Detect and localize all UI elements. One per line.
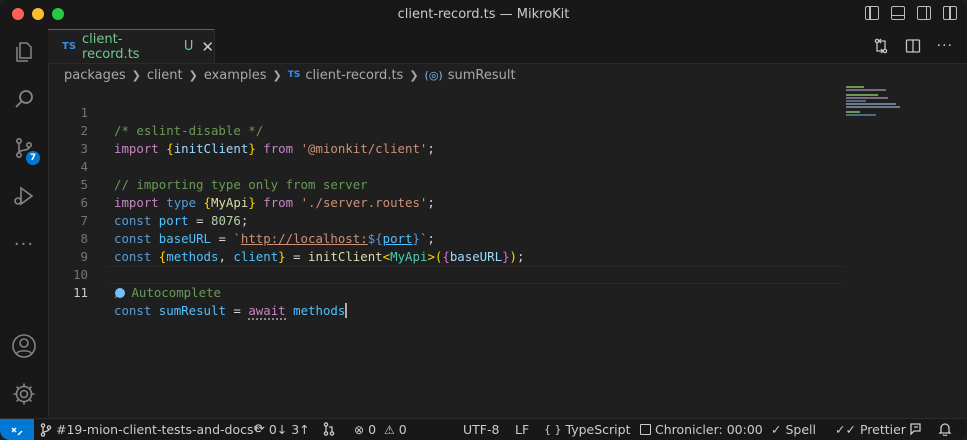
feedback-icon[interactable] bbox=[909, 422, 923, 436]
source-control-badge: 7 bbox=[26, 151, 40, 165]
more-views-icon[interactable]: ··· bbox=[0, 224, 48, 264]
manage-gear-icon[interactable] bbox=[0, 374, 48, 414]
eol-status[interactable]: LF bbox=[515, 422, 529, 437]
code-line: 2 import {initClient} from '@mionkit/cli… bbox=[48, 104, 848, 156]
encoding-status[interactable]: UTF-8 bbox=[463, 422, 499, 437]
braces-icon: { } bbox=[544, 423, 562, 436]
sync-counts: 0↓ 3↑ bbox=[268, 422, 310, 437]
breadcrumb-file[interactable]: client-record.ts bbox=[305, 68, 403, 83]
more-actions-icon[interactable]: ··· bbox=[937, 38, 953, 54]
toggle-secondary-sidebar-icon[interactable] bbox=[917, 6, 931, 20]
code-line: 7 const baseURL = `http://localhost:${po… bbox=[48, 194, 848, 246]
warning-count: 0 bbox=[398, 422, 407, 437]
code-line: 3 bbox=[48, 122, 848, 156]
identifier-token: methods bbox=[293, 303, 346, 318]
editor-tab-bar: TS client-record.ts U ✕ ··· bbox=[48, 29, 967, 64]
split-editor-icon[interactable] bbox=[905, 38, 921, 54]
code-line: 8 const {methods, client} = initClient<M… bbox=[48, 212, 848, 264]
breadcrumb: packages ❯ client ❯ examples ❯ TS client… bbox=[64, 66, 516, 84]
git-branch-icon bbox=[40, 422, 52, 437]
variable-symbol-icon: (◎) bbox=[424, 68, 443, 82]
prettier-status[interactable]: ✓✓ Prettier bbox=[835, 422, 906, 437]
source-control-icon[interactable]: 7 bbox=[0, 128, 48, 168]
spell-status[interactable]: ✓ Spell bbox=[771, 422, 816, 437]
code-line: 5 import type {MyApi} from './server.rou… bbox=[48, 158, 848, 210]
editor-actions: ··· bbox=[873, 38, 953, 54]
square-icon bbox=[640, 424, 651, 435]
sync-icon: ⟳ bbox=[254, 422, 265, 437]
activity-bar: 7 ··· bbox=[0, 29, 49, 418]
problems-status[interactable]: ⊗ 0 ⚠ 0 bbox=[354, 422, 407, 437]
prettier-label: Prettier bbox=[859, 422, 906, 437]
editor-window: client-record.ts — MikroKit 7 ··· TS cli… bbox=[0, 0, 967, 440]
line-number: 11 bbox=[73, 285, 88, 300]
double-check-icon: ✓✓ bbox=[835, 422, 856, 437]
language-mode: TypeScript bbox=[565, 422, 631, 437]
customize-layout-icon[interactable] bbox=[943, 6, 957, 20]
typescript-file-icon: TS bbox=[62, 41, 77, 52]
title-bar: client-record.ts — MikroKit bbox=[0, 0, 967, 30]
search-icon[interactable] bbox=[0, 79, 48, 119]
branch-name: #19-mion-client-tests-and-docs* bbox=[56, 422, 260, 437]
keyword-token: const bbox=[114, 303, 152, 318]
remote-indicator[interactable] bbox=[0, 419, 34, 440]
code-line: 1 /* eslint-disable */ bbox=[48, 86, 848, 138]
explorer-icon[interactable] bbox=[0, 32, 48, 72]
open-changes-icon[interactable] bbox=[873, 38, 889, 54]
tab-label: client-record.ts bbox=[82, 31, 140, 62]
notifications-bell-icon[interactable] bbox=[938, 422, 952, 436]
language-status[interactable]: { } TypeScript bbox=[544, 422, 630, 437]
close-tab-icon[interactable]: ✕ bbox=[201, 38, 214, 56]
chevron-right-icon: ❯ bbox=[131, 68, 141, 82]
keyword-token: await bbox=[248, 303, 286, 320]
sync-status[interactable]: ⟳ 0↓ 3↑ bbox=[254, 422, 310, 437]
status-bar: #19-mion-client-tests-and-docs* ⟳ 0↓ 3↑ … bbox=[0, 418, 967, 440]
layout-controls bbox=[865, 6, 957, 20]
error-icon: ⊗ bbox=[354, 422, 365, 437]
pull-request-status[interactable] bbox=[323, 422, 335, 436]
branch-status[interactable]: #19-mion-client-tests-and-docs* bbox=[40, 422, 260, 437]
tab-client-record[interactable]: TS client-record.ts U ✕ bbox=[48, 29, 215, 63]
pull-request-icon bbox=[323, 422, 335, 436]
window-title: client-record.ts — MikroKit bbox=[397, 7, 570, 22]
check-icon: ✓ bbox=[771, 422, 782, 437]
text-cursor bbox=[345, 303, 347, 318]
operator-token: = bbox=[233, 303, 241, 318]
identifier-token: sumResult bbox=[158, 303, 226, 318]
lightbulb-icon[interactable] bbox=[115, 288, 126, 298]
minimap[interactable] bbox=[846, 86, 906, 126]
spell-label: Spell bbox=[785, 422, 816, 437]
comment-token: Autocomplete bbox=[131, 285, 221, 300]
toggle-primary-sidebar-icon[interactable] bbox=[865, 6, 879, 20]
accounts-icon[interactable] bbox=[0, 326, 48, 366]
error-count: 0 bbox=[368, 422, 377, 437]
chronicler-status[interactable]: Chronicler: 00:00 bbox=[640, 422, 763, 437]
code-line: 11 const sumResult = await methods bbox=[48, 266, 848, 320]
chronicler-timer: Chronicler: 00:00 bbox=[655, 422, 763, 437]
code-line: 10 /Autocomplete bbox=[48, 248, 848, 300]
breadcrumb-client[interactable]: client bbox=[147, 68, 183, 83]
code-editor[interactable]: 1 /* eslint-disable */ 2 import {initCli… bbox=[48, 86, 967, 418]
untracked-status: U bbox=[183, 39, 194, 54]
breadcrumb-examples[interactable]: examples bbox=[204, 68, 267, 83]
breadcrumb-symbol[interactable]: sumResult bbox=[448, 68, 516, 83]
chevron-right-icon: ❯ bbox=[188, 68, 198, 82]
code-line: 6 const port = 8076; bbox=[48, 176, 848, 228]
chevron-right-icon: ❯ bbox=[272, 68, 282, 82]
breadcrumb-packages[interactable]: packages bbox=[64, 68, 126, 83]
code-line: 9 bbox=[48, 230, 848, 264]
run-debug-icon[interactable] bbox=[0, 176, 48, 216]
code-line: 4 // importing type only from server bbox=[48, 140, 848, 192]
warning-icon: ⚠ bbox=[384, 422, 395, 437]
chevron-right-icon: ❯ bbox=[409, 68, 419, 82]
remote-icon bbox=[11, 426, 23, 436]
toggle-panel-icon[interactable] bbox=[891, 6, 905, 20]
typescript-file-icon: TS bbox=[287, 70, 301, 80]
